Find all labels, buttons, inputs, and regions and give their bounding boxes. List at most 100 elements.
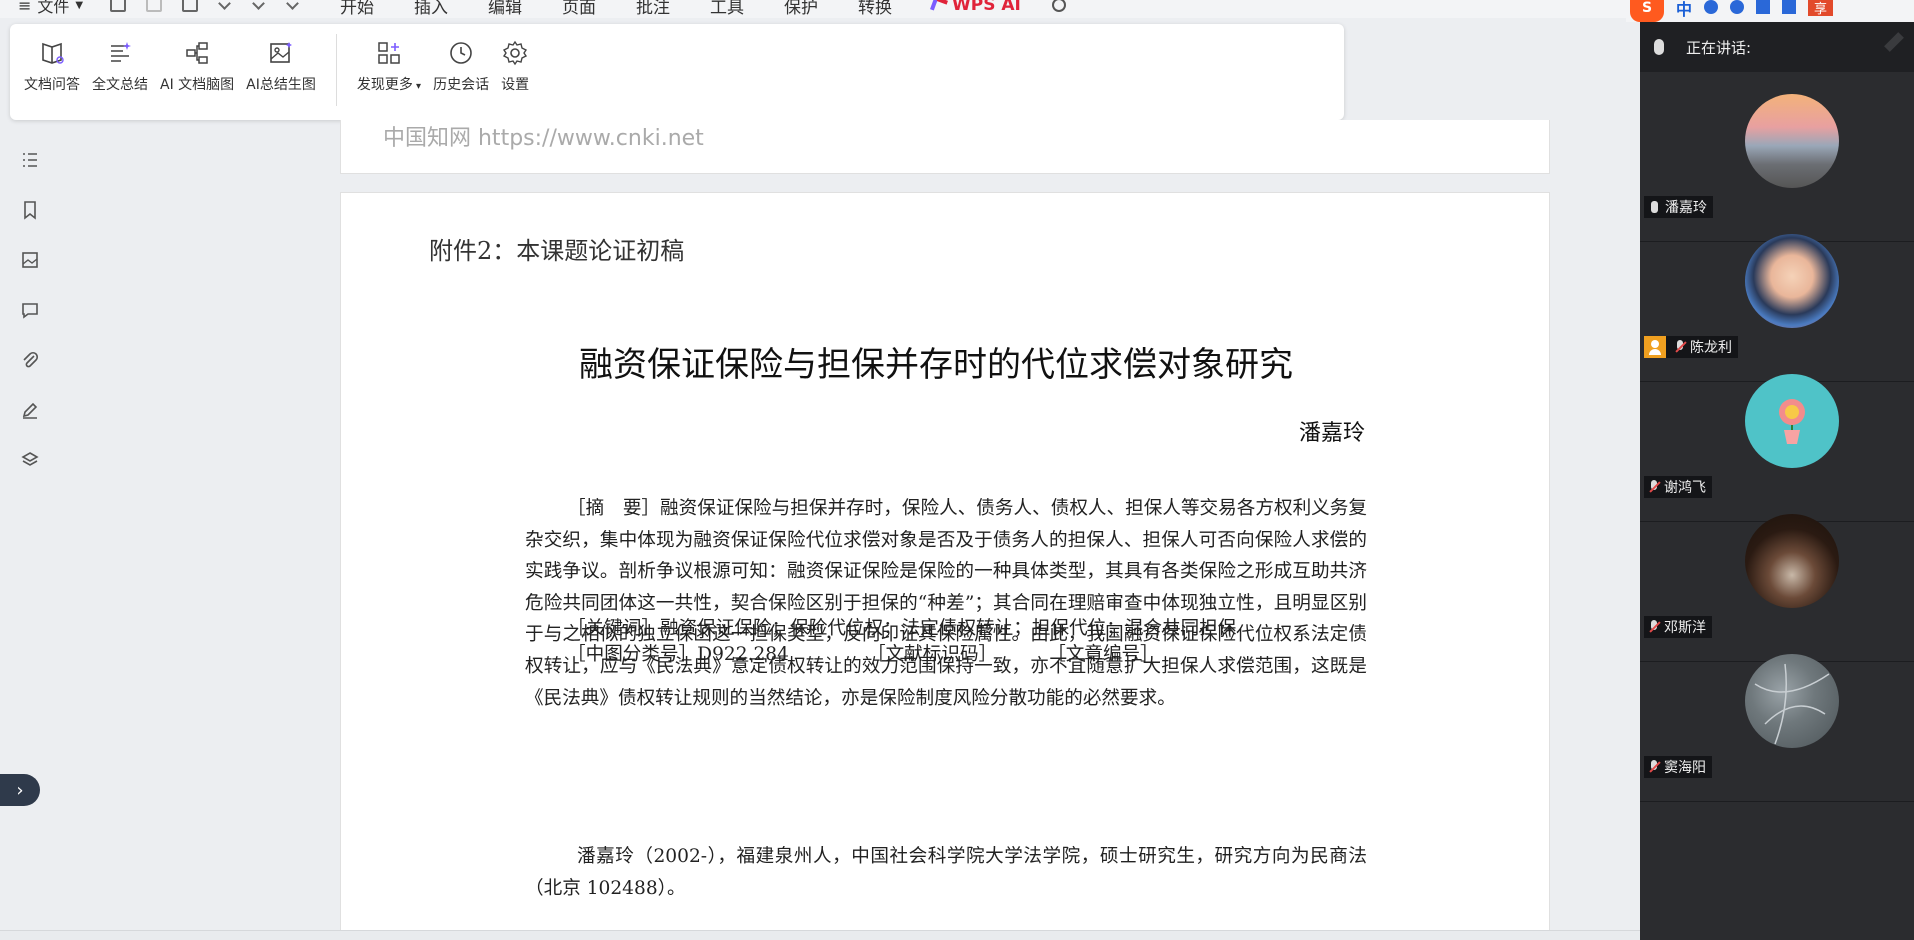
quick-access (110, 0, 300, 12)
ribbon-tabs: 开始 插入 编辑 页面 批注 工具 保护 转换 WPS AI (340, 0, 1052, 18)
discover-more-label-wrap: 发现更多 ▾ (357, 74, 421, 94)
chevron-right-icon: › (16, 779, 24, 801)
mic-muted-icon (1648, 760, 1660, 774)
open-icon[interactable] (110, 0, 126, 12)
keyboard-icon[interactable] (1756, 0, 1771, 14)
undo-icon[interactable] (218, 0, 232, 12)
microphone-icon (1654, 39, 1664, 55)
summary-icon (107, 40, 133, 66)
tab-home[interactable]: 开始 (340, 0, 414, 18)
layers-icon[interactable] (20, 450, 40, 470)
caret-down-icon: ▾ (412, 81, 422, 92)
attachment-heading: 附件2：本课题论证初稿 (429, 237, 685, 265)
bookmark-icon[interactable] (20, 200, 40, 220)
clc-label: ［中图分类号］ (567, 644, 698, 665)
share-button[interactable]: 享 (1808, 0, 1834, 17)
keywords-label: ［关键词］ (567, 618, 660, 639)
avatar (1745, 94, 1839, 188)
status-bar (0, 930, 1640, 940)
file-menu[interactable]: ≡ 文件 ▼ (0, 0, 96, 17)
abstract-paragraph: ［摘 要］融资保证保险与担保并存时，保险人、债务人、债权人、担保人等交易各方权利… (525, 493, 1367, 714)
comment-icon[interactable] (20, 300, 40, 320)
save-icon[interactable] (146, 0, 162, 12)
pin-icon[interactable] (1884, 32, 1904, 52)
image-gen-icon (268, 40, 294, 66)
meeting-panel: 正在讲话: 潘嘉玲 陈龙利 谢鸿飞 邓斯洋 窦海阳 (1640, 22, 1914, 940)
summary-button[interactable]: 全文总结 (86, 40, 154, 120)
settings-label: 设置 (501, 77, 530, 93)
doc-qa-icon (39, 40, 65, 66)
tab-wps-ai-label: WPS AI (952, 0, 1021, 15)
outline-icon[interactable] (20, 150, 40, 170)
print-icon[interactable] (182, 0, 198, 12)
tab-edit[interactable]: 编辑 (488, 0, 562, 18)
keywords-text: 融资保证保险；保险代位权；法定债权转让；担保代位；混合共同担保 (659, 618, 1237, 639)
page-footer-text: 中国知网 https://www.cnki.net (383, 126, 704, 151)
search-icon[interactable] (1052, 0, 1066, 12)
mindmap-label: AI 文档脑图 (160, 77, 235, 93)
tab-protect[interactable]: 保护 (784, 0, 858, 18)
pen-icon[interactable] (20, 400, 40, 420)
tab-convert[interactable]: 转换 (858, 0, 932, 18)
discover-more-label: 发现更多 (356, 77, 413, 93)
apps-icon[interactable] (1782, 0, 1797, 14)
previous-page: 中国知网 https://www.cnki.net (340, 120, 1550, 174)
file-menu-label: 文件 (37, 0, 70, 16)
article-no-label: ［文章编号］ (1047, 644, 1159, 665)
tab-tools[interactable]: 工具 (710, 0, 784, 18)
participant-name: 窦海阳 (1664, 760, 1706, 776)
gear-icon (502, 40, 528, 66)
abstract-text: 融资保证保险与担保并存时，保险人、债务人、债权人、担保人等交易各方权利义务复杂交… (525, 498, 1367, 709)
tab-page[interactable]: 页面 (562, 0, 636, 18)
attachment-icon[interactable] (20, 350, 40, 370)
doc-code-label: ［文献标识码］ (866, 644, 998, 665)
chevron-down-icon: ▼ (75, 0, 84, 11)
mindmap-button[interactable]: AI 文档脑图 (154, 40, 240, 120)
avatar (1745, 374, 1839, 468)
sogou-ime-icon[interactable]: S (1630, 0, 1664, 22)
punctuation-icon[interactable] (1704, 0, 1719, 14)
tab-wps-ai[interactable]: WPS AI (930, 0, 1052, 18)
more-dropdown-icon[interactable] (286, 0, 300, 12)
doc-qa-label: 文档问答 (24, 77, 80, 93)
abstract-label: ［摘 要］ (567, 498, 661, 519)
wps-ai-toolbar: 文档问答 全文总结 AI 文档脑图 AI总结生图 发现更多 ▾ 历史会话 设置 (10, 24, 1344, 120)
speaking-header: 正在讲话: (1640, 22, 1914, 72)
classification-line: ［中图分类号］D922.284 ［文献标识码］ ［文章编号］ (567, 639, 1159, 666)
discover-more-button[interactable]: 发现更多 ▾ (351, 40, 427, 120)
keywords-line: ［关键词］融资保证保险；保险代位权；法定债权转让；担保代位；混合共同担保 (567, 613, 1236, 640)
discover-icon (376, 40, 402, 66)
expand-panel-button[interactable]: › (0, 774, 40, 806)
redo-icon[interactable] (252, 0, 266, 12)
participant-name-tag: 窦海阳 (1644, 756, 1712, 778)
hamburger-icon: ≡ (18, 0, 32, 15)
avatar (1745, 654, 1839, 748)
avatar (1745, 514, 1839, 608)
author-note: 潘嘉玲（2002-），福建泉州人，中国社会科学院大学法学院，硕士研究生，研究方向… (525, 841, 1367, 905)
menu-bar: ≡ 文件 ▼ 开始 插入 编辑 页面 批注 工具 保护 转换 WPS AI (0, 0, 1640, 18)
system-tray: S 中 享 (1626, 0, 1914, 22)
history-label: 历史会话 (433, 77, 490, 93)
document-page[interactable]: 附件2：本课题论证初稿 融资保证保险与担保并存时的代位求偿对象研究 潘嘉玲 ［摘… (340, 192, 1550, 932)
image-gen-button[interactable]: AI总结生图 (240, 40, 322, 120)
settings-button[interactable]: 设置 (495, 40, 535, 120)
image-icon[interactable] (20, 250, 40, 270)
microphone-icon[interactable] (1730, 0, 1745, 14)
clc-value: D922.284 (697, 644, 789, 665)
participant-tile[interactable]: 窦海阳 (1640, 632, 1914, 802)
tab-insert[interactable]: 插入 (414, 0, 488, 18)
avatar (1745, 234, 1839, 328)
wps-ai-logo-icon (930, 0, 948, 14)
doc-qa-button[interactable]: 文档问答 (18, 40, 86, 120)
author-name: 潘嘉玲 (1298, 421, 1365, 446)
summary-label: 全文总结 (92, 77, 148, 93)
tab-review[interactable]: 批注 (636, 0, 710, 18)
image-gen-label: AI总结生图 (246, 77, 316, 93)
history-icon (448, 40, 474, 66)
speaking-label: 正在讲话: (1686, 38, 1752, 57)
author-note-text: 潘嘉玲（2002-），福建泉州人，中国社会科学院大学法学院，硕士研究生，研究方向… (525, 846, 1367, 899)
page-title: 融资保证保险与担保并存时的代位求偿对象研究 (579, 345, 1293, 385)
ime-mode-label[interactable]: 中 (1676, 0, 1692, 20)
history-button[interactable]: 历史会话 (427, 40, 495, 120)
toolbar-divider (335, 34, 337, 106)
